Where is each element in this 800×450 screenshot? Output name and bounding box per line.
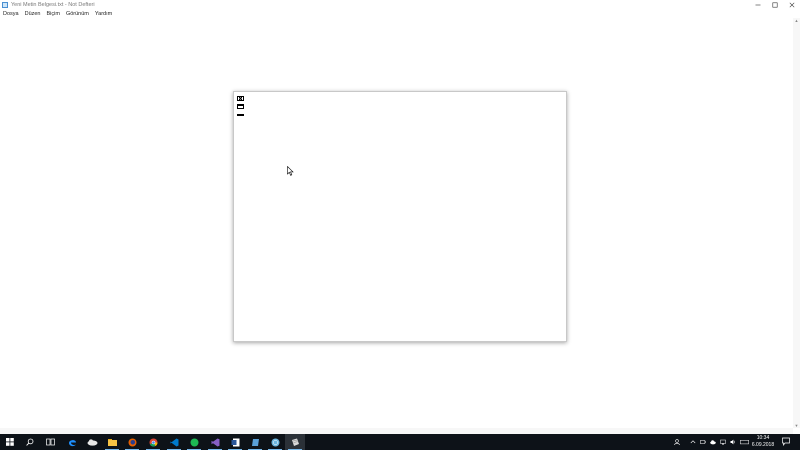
- taskbar-vscode[interactable]: [164, 434, 184, 450]
- taskbar-globe-app[interactable]: [265, 434, 285, 450]
- menu-view[interactable]: Görünüm: [63, 11, 92, 17]
- menu-file[interactable]: Dosya: [0, 11, 22, 17]
- floating-window[interactable]: [233, 91, 567, 342]
- minimize-button[interactable]: [749, 0, 766, 9]
- start-button[interactable]: [0, 434, 20, 450]
- mouse-cursor-icon: [287, 166, 294, 176]
- notification-icon[interactable]: [782, 437, 790, 446]
- taskbar: 10:34 6.09.2018: [0, 434, 800, 450]
- volume-icon[interactable]: [730, 439, 736, 445]
- taskbar-file-explorer[interactable]: [102, 434, 122, 450]
- close-button[interactable]: [783, 0, 800, 9]
- chrome-icon: [149, 438, 157, 447]
- title-bar[interactable]: Yeni Metin Belgesi.txt - Not Defteri: [0, 0, 800, 9]
- notepad-icon: [2, 1, 8, 8]
- search-button[interactable]: [20, 434, 40, 450]
- visual-studio-icon: [211, 438, 219, 446]
- taskbar-word[interactable]: [225, 434, 245, 450]
- cloud-app-icon: [87, 439, 97, 446]
- taskbar-app[interactable]: [245, 434, 265, 450]
- menu-edit[interactable]: Düzen: [22, 11, 44, 17]
- spotify-icon: [190, 438, 198, 446]
- clock-time: 10:34: [756, 435, 770, 441]
- search-icon: [26, 438, 34, 446]
- taskbar-spotify[interactable]: [184, 434, 204, 450]
- keyboard-icon[interactable]: [740, 439, 749, 445]
- maximize-icon[interactable]: [237, 104, 244, 109]
- onedrive-icon[interactable]: [710, 439, 716, 445]
- window-controls: [749, 0, 800, 9]
- taskbar-cloud-app[interactable]: [82, 434, 102, 450]
- minimize-icon[interactable]: [237, 114, 244, 116]
- minimize-icon: [755, 4, 760, 5]
- scroll-down-icon[interactable]: ▼: [794, 423, 799, 428]
- taskbar-firefox[interactable]: [122, 434, 142, 450]
- task-view-icon: [45, 438, 55, 446]
- menu-format[interactable]: Biçim: [44, 11, 63, 17]
- people-icon[interactable]: [674, 439, 680, 445]
- clock[interactable]: 10:34 6.09.2018: [750, 435, 776, 449]
- menu-bar: Dosya Düzen Biçim Görünüm Yardım: [0, 9, 800, 18]
- taskbar-visual-studio[interactable]: [205, 434, 225, 450]
- vertical-scrollbar[interactable]: ▲ ▼: [793, 18, 800, 428]
- word-icon: [231, 438, 239, 446]
- scroll-up-icon[interactable]: ▲: [794, 18, 799, 23]
- windows-logo-icon: [6, 438, 14, 446]
- task-view-button[interactable]: [40, 434, 60, 450]
- taskbar-edge[interactable]: [62, 434, 82, 450]
- maximize-button[interactable]: [766, 0, 783, 9]
- clock-date: 6.09.2018: [751, 442, 775, 448]
- maximize-icon: [772, 2, 778, 8]
- battery-icon[interactable]: [700, 439, 706, 445]
- system-tray: [672, 434, 751, 450]
- edge-icon: [68, 439, 76, 446]
- folder-icon: [107, 439, 117, 446]
- taskbar-notepad[interactable]: [285, 434, 305, 450]
- menu-help[interactable]: Yardım: [92, 11, 115, 17]
- app-icon: [251, 438, 259, 446]
- close-icon[interactable]: [237, 96, 244, 101]
- close-icon: [789, 2, 794, 7]
- window-title: Yeni Metin Belgesi.txt - Not Defteri: [11, 1, 95, 8]
- globe-icon: [271, 438, 279, 446]
- taskbar-chrome[interactable]: [143, 434, 163, 450]
- firefox-icon: [128, 438, 136, 446]
- notepad-icon: [291, 438, 299, 446]
- chevron-up-icon[interactable]: [690, 439, 696, 445]
- network-icon[interactable]: [720, 439, 726, 445]
- vscode-icon: [170, 438, 178, 446]
